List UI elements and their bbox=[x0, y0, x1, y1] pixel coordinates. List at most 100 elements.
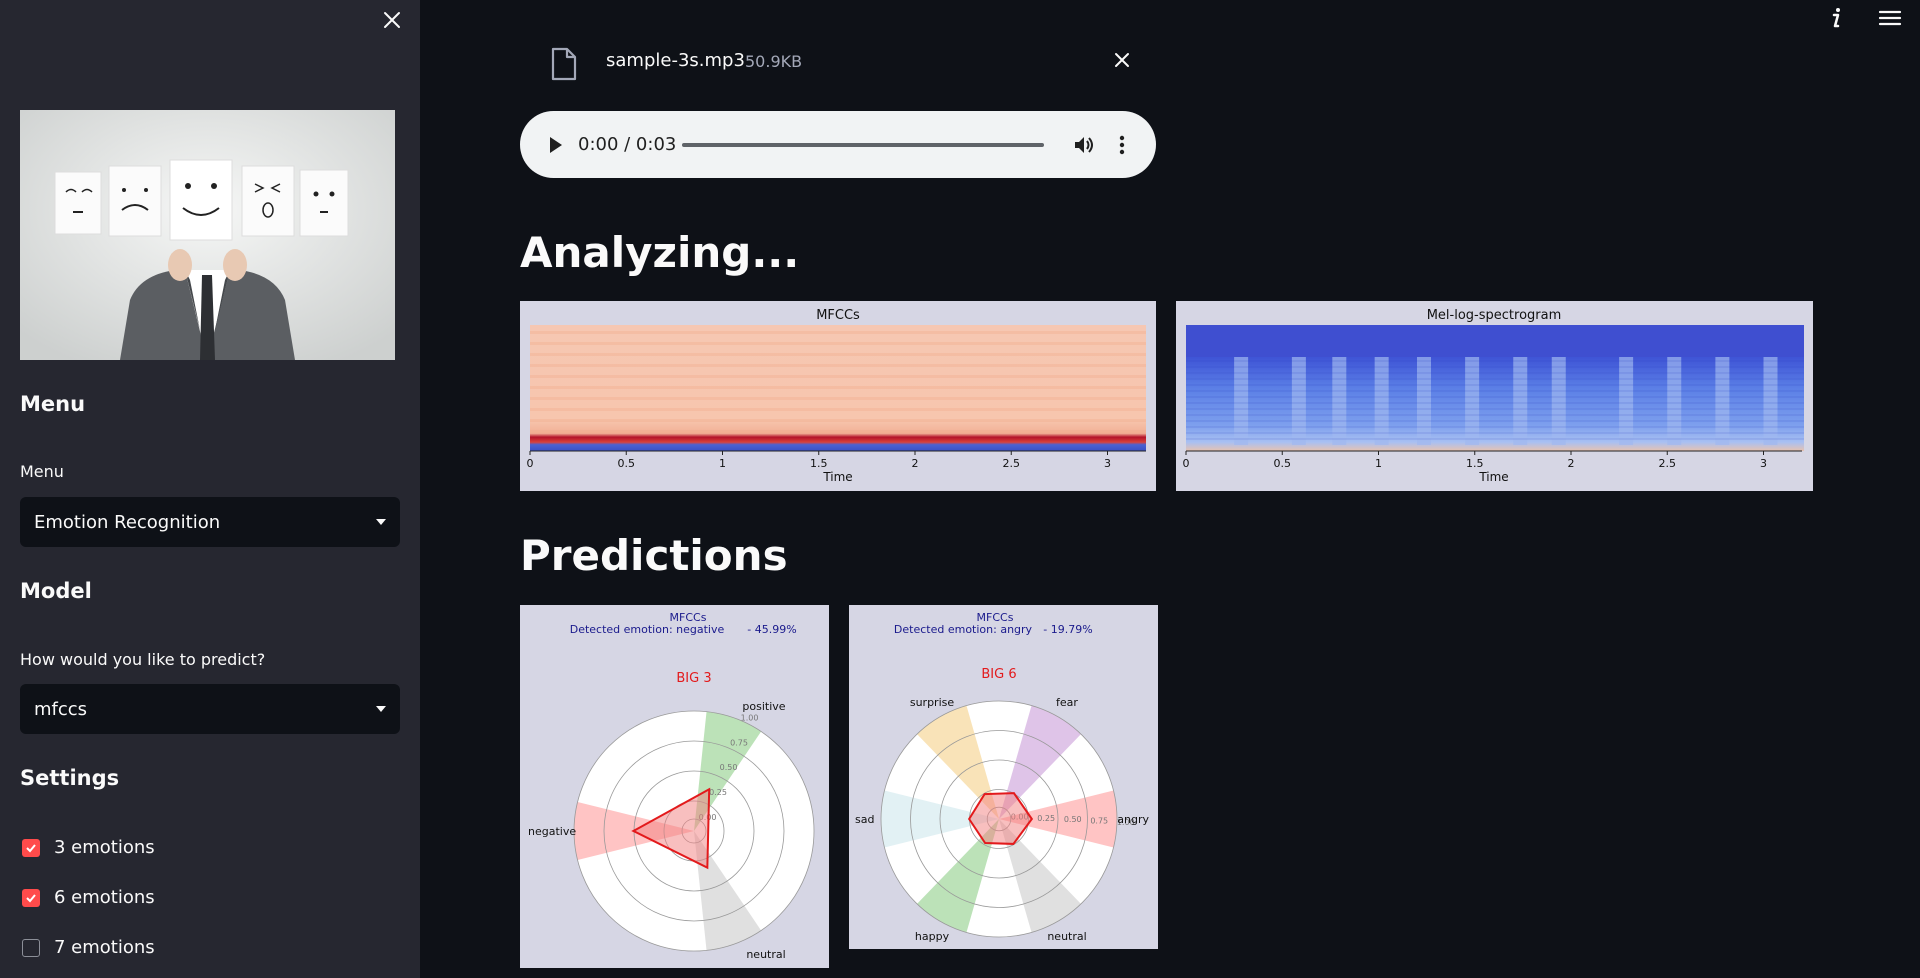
mel-burst bbox=[1667, 357, 1682, 445]
menu-heading: Menu bbox=[20, 392, 86, 416]
radar-r-tick: 0.75 bbox=[1090, 817, 1108, 826]
x-tick-label: 0 bbox=[1183, 457, 1190, 470]
hamburger-menu-icon[interactable] bbox=[1876, 6, 1904, 30]
mel-burst bbox=[1763, 357, 1778, 445]
mfccs-chart-title: MFCCs bbox=[816, 308, 860, 323]
file-size: 50.9KB bbox=[745, 52, 803, 71]
radar-label-positive: positive bbox=[742, 700, 785, 713]
mel-burst bbox=[1291, 357, 1306, 445]
radar-r-tick: 1.00 bbox=[741, 713, 759, 722]
remove-file-icon[interactable] bbox=[1112, 50, 1132, 70]
big3-percent: - 45.99% bbox=[747, 623, 796, 636]
menu-select[interactable]: Emotion Recognition bbox=[20, 497, 400, 547]
predict-select[interactable]: mfccs bbox=[20, 684, 400, 734]
big3-radar-chart: MFCCs Detected emotion: negative - 45.99… bbox=[528, 611, 815, 961]
x-tick-label: 0.5 bbox=[1274, 457, 1292, 470]
mel-x-label: Time bbox=[1478, 470, 1508, 484]
big3-radar-panel: MFCCs Detected emotion: negative - 45.99… bbox=[520, 605, 829, 968]
more-options-icon[interactable] bbox=[1118, 133, 1126, 157]
menu-select-value: Emotion Recognition bbox=[34, 511, 221, 533]
x-tick-label: 2 bbox=[912, 457, 919, 470]
x-tick-label: 0.5 bbox=[618, 457, 636, 470]
file-icon bbox=[551, 47, 577, 81]
mel-heatmap: Mel-log-spectrogram 0 0.5 1 1.5 2 2.5 3 Time bbox=[1183, 308, 1804, 484]
radar-label-fear: fear bbox=[1056, 696, 1078, 709]
settings-heading: Settings bbox=[20, 766, 120, 790]
info-icon[interactable] bbox=[1824, 6, 1848, 30]
x-tick-label: 1.5 bbox=[810, 457, 828, 470]
big3-detected: Detected emotion: negative bbox=[570, 623, 725, 636]
checkbox-checked-icon[interactable] bbox=[22, 838, 40, 857]
file-name: sample-3s.mp3 bbox=[606, 50, 745, 71]
checkbox-label: 3 emotions bbox=[54, 837, 155, 858]
sidebar: Menu Menu Emotion Recognition Model How … bbox=[0, 0, 420, 978]
mel-spectrogram-plot: Mel-log-spectrogram 0 0.5 1 1.5 2 2.5 3 Time bbox=[1176, 301, 1813, 491]
checkbox-7-emotions[interactable]: 7 emotions bbox=[22, 937, 155, 958]
mfccs-x-label: Time bbox=[822, 470, 852, 484]
x-tick-label: 1.5 bbox=[1466, 457, 1484, 470]
big3-title: BIG 3 bbox=[676, 671, 711, 686]
radar-label-surprise: surprise bbox=[910, 696, 955, 709]
radar-label-neutral: neutral bbox=[1047, 930, 1086, 943]
x-tick-label: 0 bbox=[527, 457, 534, 470]
mel-burst bbox=[1619, 357, 1634, 445]
checkbox-unchecked-icon[interactable] bbox=[22, 938, 40, 957]
mel-burst bbox=[1465, 357, 1480, 445]
x-tick-label: 3 bbox=[1760, 457, 1767, 470]
big6-title: BIG 6 bbox=[981, 667, 1016, 682]
checkbox-3-emotions[interactable]: 3 emotions bbox=[22, 837, 155, 858]
chevron-down-icon bbox=[376, 519, 386, 525]
radar-r-tick: 0.50 bbox=[720, 763, 738, 772]
mfccs-heatmap: MFCCs 0 0.5 1 1.5 2 2.5 3 Time bbox=[527, 308, 1146, 484]
big6-detected: Detected emotion: angry bbox=[894, 623, 1033, 636]
big6-percent: - 19.79% bbox=[1043, 623, 1092, 636]
checkbox-checked-icon[interactable] bbox=[22, 888, 40, 907]
predict-select-value: mfccs bbox=[34, 698, 88, 720]
play-icon[interactable] bbox=[548, 135, 564, 155]
x-tick-label: 2.5 bbox=[1659, 457, 1677, 470]
mfccs-plot: MFCCs 0 0.5 1 1.5 2 2.5 3 Time bbox=[520, 301, 1156, 491]
audio-time: 0:00 / 0:03 bbox=[578, 134, 677, 155]
checkbox-label: 6 emotions bbox=[54, 887, 155, 908]
big6-radar-chart: MFCCs Detected emotion: angry - 19.79% B… bbox=[855, 611, 1149, 943]
mel-burst bbox=[1332, 357, 1347, 445]
checkbox-label: 7 emotions bbox=[54, 937, 155, 958]
x-tick-label: 1 bbox=[1375, 457, 1382, 470]
mel-burst bbox=[1374, 357, 1389, 445]
audio-player: 0:00 / 0:03 bbox=[520, 111, 1156, 178]
mfccs-x-axis: 0 0.5 1 1.5 2 2.5 3 bbox=[527, 450, 1146, 470]
audio-progress-bar[interactable] bbox=[682, 143, 1044, 147]
radar-r-tick: 0.25 bbox=[709, 788, 727, 797]
x-tick-label: 2 bbox=[1568, 457, 1575, 470]
model-heading: Model bbox=[20, 579, 92, 603]
x-tick-label: 3 bbox=[1104, 457, 1111, 470]
radar-label-neutral: neutral bbox=[746, 948, 785, 961]
volume-icon[interactable] bbox=[1072, 133, 1096, 157]
mel-burst bbox=[1715, 357, 1730, 445]
mel-x-axis: 0 0.5 1 1.5 2 2.5 3 bbox=[1183, 450, 1802, 470]
radar-label-sad: sad bbox=[855, 813, 874, 826]
mel-burst bbox=[1417, 357, 1431, 445]
radar-label-angry: angry bbox=[1117, 813, 1149, 826]
analyzing-heading: Analyzing... bbox=[520, 228, 800, 277]
chevron-down-icon bbox=[376, 706, 386, 712]
mel-burst bbox=[1234, 357, 1249, 445]
radar-label-negative: negative bbox=[528, 825, 576, 838]
radar-label-happy: happy bbox=[915, 930, 950, 943]
radar-r-tick: 0.75 bbox=[730, 738, 748, 747]
mel-burst bbox=[1551, 357, 1566, 445]
predictions-heading: Predictions bbox=[520, 531, 788, 580]
radar-r-tick: 0.50 bbox=[1064, 815, 1082, 824]
uploaded-file-row: sample-3s.mp3 50.9KB bbox=[520, 30, 1140, 90]
mel-burst bbox=[1513, 357, 1528, 445]
big6-radar-panel: MFCCs Detected emotion: angry - 19.79% B… bbox=[849, 605, 1158, 949]
x-tick-label: 2.5 bbox=[1003, 457, 1021, 470]
close-icon[interactable] bbox=[380, 8, 404, 32]
radar-r-tick: 0.25 bbox=[1037, 814, 1055, 823]
menu-label: Menu bbox=[20, 462, 64, 481]
sidebar-image bbox=[20, 110, 395, 360]
predict-label: How would you like to predict? bbox=[20, 650, 266, 669]
checkbox-6-emotions[interactable]: 6 emotions bbox=[22, 887, 155, 908]
mel-chart-title: Mel-log-spectrogram bbox=[1427, 308, 1562, 323]
x-tick-label: 1 bbox=[719, 457, 726, 470]
